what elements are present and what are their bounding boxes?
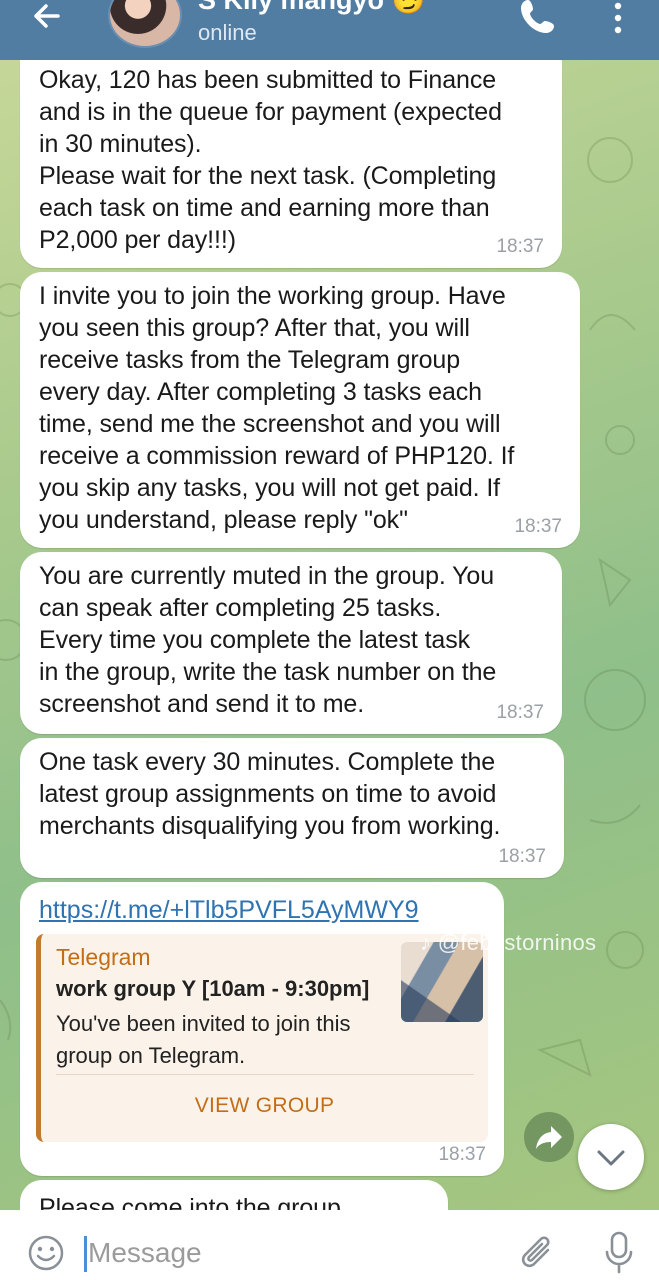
message-bubble[interactable]: I invite you to join the working group. …	[20, 272, 580, 548]
message-input-bar	[0, 1210, 659, 1280]
view-group-button[interactable]: VIEW GROUP	[41, 1094, 488, 1118]
message-text: You are currently muted in the group. Yo…	[39, 562, 497, 718]
message-bubble[interactable]: You are currently muted in the group. Yo…	[20, 552, 562, 734]
text-caret	[84, 1236, 87, 1272]
message-text: Okay, 120 has been submitted to Finance …	[39, 66, 502, 254]
watermark-handle: @febestorninos	[437, 930, 597, 955]
preview-description: You've been invited to join this group o…	[56, 1011, 351, 1068]
more-vertical-icon[interactable]	[606, 2, 630, 38]
preview-title: work group Y [10am - 9:30pm]	[56, 976, 370, 1001]
emoji-icon[interactable]	[27, 1234, 65, 1272]
message-text: I invite you to join the working group. …	[39, 282, 515, 534]
message-time: 18:37	[514, 516, 562, 537]
message-bubble-link[interactable]: https://t.me/+lTlb5PVFL5AyMWY9 Telegram …	[20, 882, 504, 1176]
message-bubble[interactable]: One task every 30 minutes. Complete the …	[20, 738, 564, 878]
message-time: 18:37	[498, 846, 546, 867]
chat-status: online	[198, 20, 257, 45]
chat-header: S Kily mangyo 😏 online	[0, 0, 659, 60]
phone-icon[interactable]	[518, 0, 558, 36]
watermark: ♪ @febestorninos	[420, 930, 596, 956]
avatar[interactable]	[108, 0, 182, 48]
message-time: 18:37	[496, 236, 544, 257]
paperclip-icon[interactable]	[518, 1232, 558, 1276]
forward-icon[interactable]	[524, 1112, 574, 1162]
link-preview[interactable]: Telegram work group Y [10am - 9:30pm] Yo…	[36, 934, 488, 1142]
invite-link[interactable]: https://t.me/+lTlb5PVFL5AyMWY9	[39, 896, 419, 925]
microphone-icon[interactable]	[604, 1230, 634, 1276]
preview-site-name: Telegram	[56, 944, 151, 970]
tiktok-logo-icon: ♪	[420, 930, 432, 955]
back-arrow-icon[interactable]	[28, 0, 68, 36]
divider	[56, 1074, 474, 1075]
message-bubble[interactable]: Okay, 120 has been submitted to Finance …	[20, 56, 562, 268]
message-text: One task every 30 minutes. Complete the …	[39, 748, 501, 840]
message-input[interactable]	[88, 1232, 488, 1274]
message-time: 18:37	[496, 702, 544, 723]
chat-title[interactable]: S Kily mangyo 😏	[198, 0, 425, 16]
chevron-down-icon[interactable]	[578, 1124, 644, 1190]
message-time: 18:37	[438, 1144, 486, 1165]
